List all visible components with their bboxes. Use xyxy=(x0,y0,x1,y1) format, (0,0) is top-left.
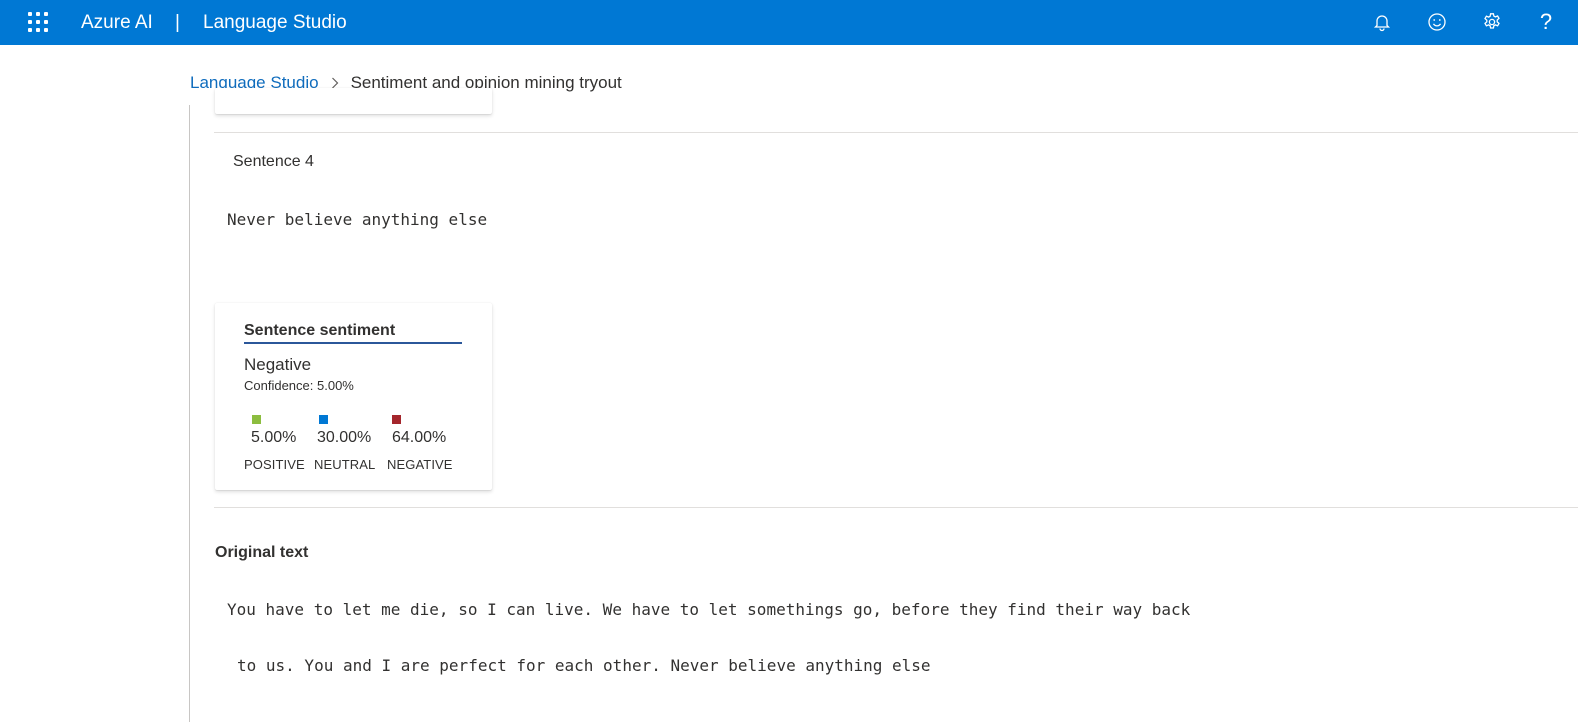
bell-icon[interactable] xyxy=(1370,10,1394,34)
sentiment-label: Negative xyxy=(244,355,312,374)
help-icon[interactable]: ? xyxy=(1534,9,1558,34)
sentiment-card-title-underline xyxy=(244,342,462,344)
sentence-sentiment-card: Sentence sentiment Negative Confidence: … xyxy=(215,303,492,490)
original-text-line: You have to let me die, so I can live. W… xyxy=(227,600,1191,619)
section-divider xyxy=(214,132,1578,133)
top-bar: Azure AI | Language Studio ? xyxy=(0,0,1578,45)
sentence-text: Never believe anything else xyxy=(227,210,488,229)
sentence-label: Sentence 4 xyxy=(233,153,314,170)
neutral-percent: 30.00% xyxy=(317,429,372,446)
neutral-caption: NEUTRAL xyxy=(314,457,376,472)
gear-icon[interactable] xyxy=(1480,10,1504,34)
app-title[interactable]: Language Studio xyxy=(203,11,347,34)
negative-percent: 64.00% xyxy=(392,429,447,446)
content-left-border xyxy=(189,105,190,722)
neutral-swatch xyxy=(319,415,328,424)
smiley-icon[interactable] xyxy=(1425,10,1449,34)
positive-swatch xyxy=(252,415,261,424)
negative-swatch xyxy=(392,415,401,424)
positive-percent: 5.00% xyxy=(251,429,297,446)
positive-caption: POSITIVE xyxy=(244,457,305,472)
original-text-line: to us. You and I are perfect for each ot… xyxy=(237,656,931,675)
brand-separator: | xyxy=(175,12,180,33)
previous-sentiment-card xyxy=(215,88,492,114)
brand-name[interactable]: Azure AI xyxy=(81,11,153,34)
sentiment-card-title: Sentence sentiment xyxy=(244,322,396,339)
section-divider xyxy=(214,507,1578,508)
original-text-title: Original text xyxy=(215,544,309,561)
waffle-icon[interactable] xyxy=(28,12,49,33)
negative-caption: NEGATIVE xyxy=(387,457,453,472)
confidence-text: Confidence: 5.00% xyxy=(244,378,354,393)
